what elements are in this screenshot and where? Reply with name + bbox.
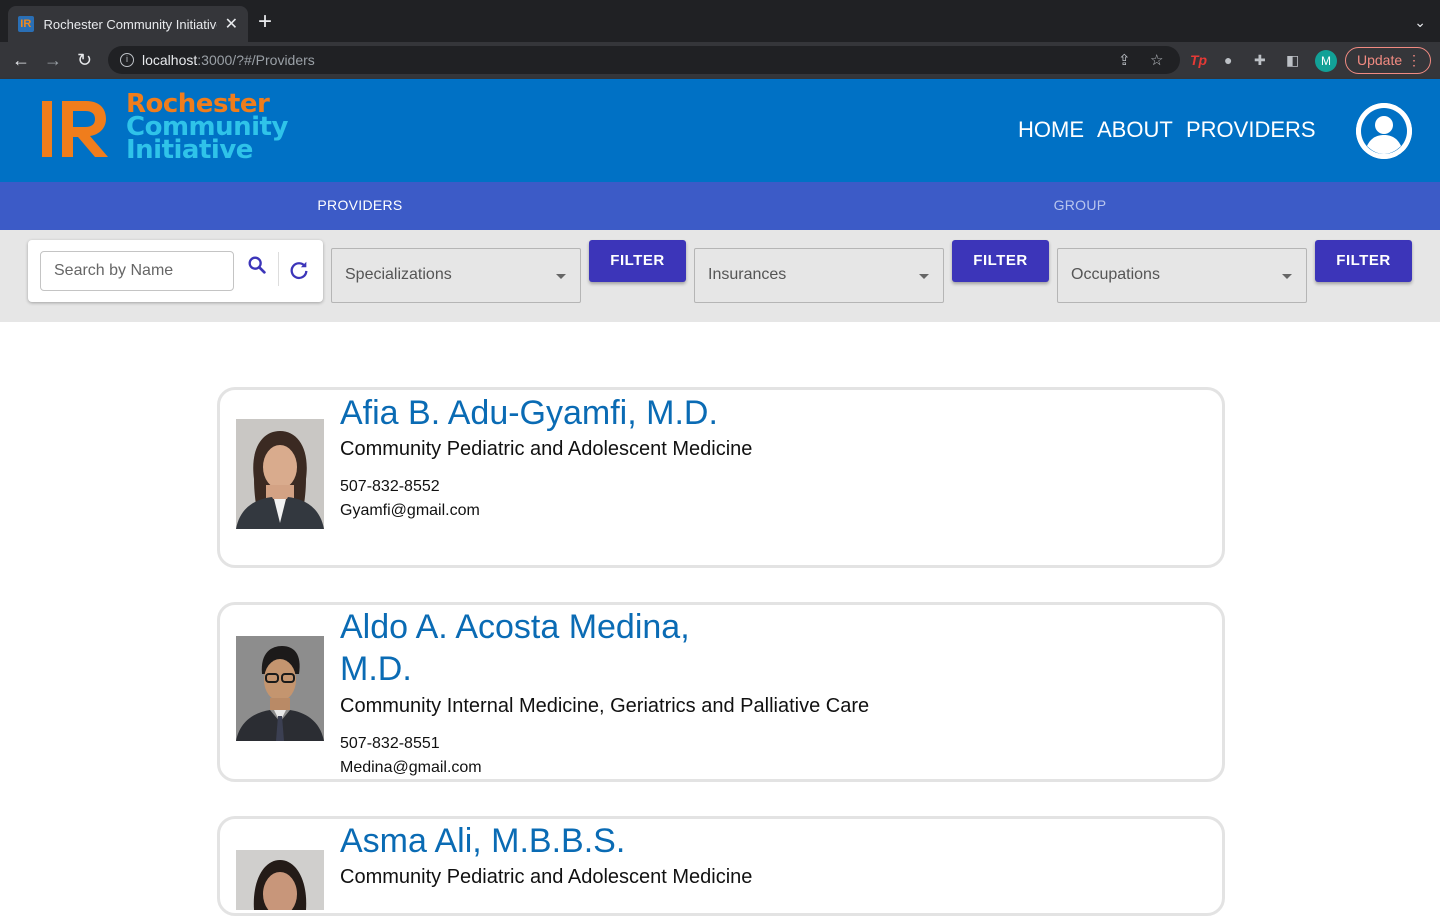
provider-name[interactable]: Aldo A. Acosta Medina, M.D. — [340, 606, 720, 690]
provider-photo — [236, 419, 324, 529]
site-info-icon[interactable]: i — [120, 53, 134, 67]
provider-name[interactable]: Asma Ali, M.B.B.S. — [340, 820, 940, 862]
nav-about[interactable]: ABOUT — [1097, 117, 1173, 143]
address-bar[interactable]: i localhost:3000/?#/Providers ⇪ ☆ — [108, 46, 1180, 74]
forward-icon[interactable]: → — [44, 49, 62, 71]
search-input[interactable] — [40, 251, 234, 291]
nav-home[interactable]: HOME — [1018, 117, 1084, 143]
bookmark-star-icon[interactable]: ☆ — [1150, 51, 1163, 69]
tab-group[interactable]: GROUP — [720, 182, 1440, 230]
new-tab-button[interactable]: + — [258, 10, 272, 34]
logo-mark-icon[interactable] — [40, 99, 112, 159]
select-label: Occupations — [1071, 266, 1160, 283]
search-card — [28, 240, 323, 302]
browser-tabstrip: IR Rochester Community Initiative ✕ + ⌄ — [0, 0, 1440, 42]
provider-card[interactable]: Afia B. Adu-Gyamfi, M.D. Community Pedia… — [217, 387, 1225, 568]
tab-providers[interactable]: PROVIDERS — [0, 182, 720, 230]
extension-tp-icon[interactable]: Tp — [1190, 52, 1207, 68]
extension-icon[interactable]: ● — [1224, 52, 1232, 68]
account-avatar-icon[interactable] — [1356, 103, 1412, 159]
reload-icon[interactable]: ↻ — [77, 49, 92, 71]
specializations-select[interactable]: Specializations — [331, 248, 581, 303]
favicon-icon: IR — [18, 16, 34, 32]
browser-tab[interactable]: IR Rochester Community Initiative ✕ — [8, 6, 248, 42]
tab-search-chevron-icon[interactable]: ⌄ — [1414, 14, 1426, 31]
filter-occupations-button[interactable]: FILTER — [1315, 240, 1412, 282]
side-panel-icon[interactable]: ◧ — [1286, 52, 1299, 69]
select-label: Insurances — [708, 266, 787, 283]
provider-card[interactable]: Aldo A. Acosta Medina, M.D. Community In… — [217, 602, 1225, 782]
provider-phone[interactable]: 507-832-8551 — [340, 735, 440, 753]
provider-photo — [236, 850, 324, 910]
share-icon[interactable]: ⇪ — [1118, 51, 1131, 69]
refresh-icon[interactable] — [288, 259, 310, 281]
divider — [278, 252, 279, 286]
app-header: Rochester Community Initiative HOME ABOU… — [0, 79, 1440, 182]
filter-bar: Specializations FILTER Insurances FILTER… — [0, 230, 1440, 322]
provider-card[interactable]: Asma Ali, M.B.B.S. Community Pediatric a… — [217, 816, 1225, 916]
occupations-select[interactable]: Occupations — [1057, 248, 1307, 303]
extensions-puzzle-icon[interactable]: ✚ — [1254, 52, 1266, 69]
provider-specialty: Community Pediatric and Adolescent Medic… — [340, 866, 753, 888]
logo-line: Initiative — [126, 135, 253, 165]
provider-specialty: Community Internal Medicine, Geriatrics … — [340, 695, 870, 717]
search-icon[interactable] — [246, 254, 268, 276]
filter-insurances-button[interactable]: FILTER — [952, 240, 1049, 282]
filter-specializations-button[interactable]: FILTER — [589, 240, 686, 282]
dropdown-arrow-icon — [1282, 274, 1292, 279]
select-label: Specializations — [345, 266, 452, 283]
insurances-select[interactable]: Insurances — [694, 248, 944, 303]
provider-phone[interactable]: 507-832-8552 — [340, 478, 440, 496]
provider-email[interactable]: Gyamfi@gmail.com — [340, 502, 480, 520]
provider-email[interactable]: Medina@gmail.com — [340, 759, 482, 777]
logo-wordmark[interactable]: Rochester Community Initiative — [126, 91, 288, 165]
update-button[interactable]: Update ⋮ — [1345, 47, 1431, 74]
provider-name[interactable]: Afia B. Adu-Gyamfi, M.D. — [340, 392, 720, 434]
close-tab-icon[interactable]: ✕ — [225, 14, 238, 34]
provider-specialty: Community Pediatric and Adolescent Medic… — [340, 438, 753, 460]
nav-providers[interactable]: PROVIDERS — [1186, 117, 1316, 143]
provider-photo — [236, 636, 324, 741]
sub-tabs: PROVIDERS GROUP — [0, 182, 1440, 230]
back-icon[interactable]: ← — [12, 49, 30, 71]
tab-title: Rochester Community Initiative — [43, 16, 217, 32]
dropdown-arrow-icon — [556, 274, 566, 279]
profile-avatar[interactable]: M — [1315, 50, 1337, 72]
dropdown-arrow-icon — [919, 274, 929, 279]
browser-toolbar: ← → ↻ i localhost:3000/?#/Providers ⇪ ☆ … — [0, 42, 1440, 79]
url-text: localhost:3000/?#/Providers — [142, 52, 315, 68]
